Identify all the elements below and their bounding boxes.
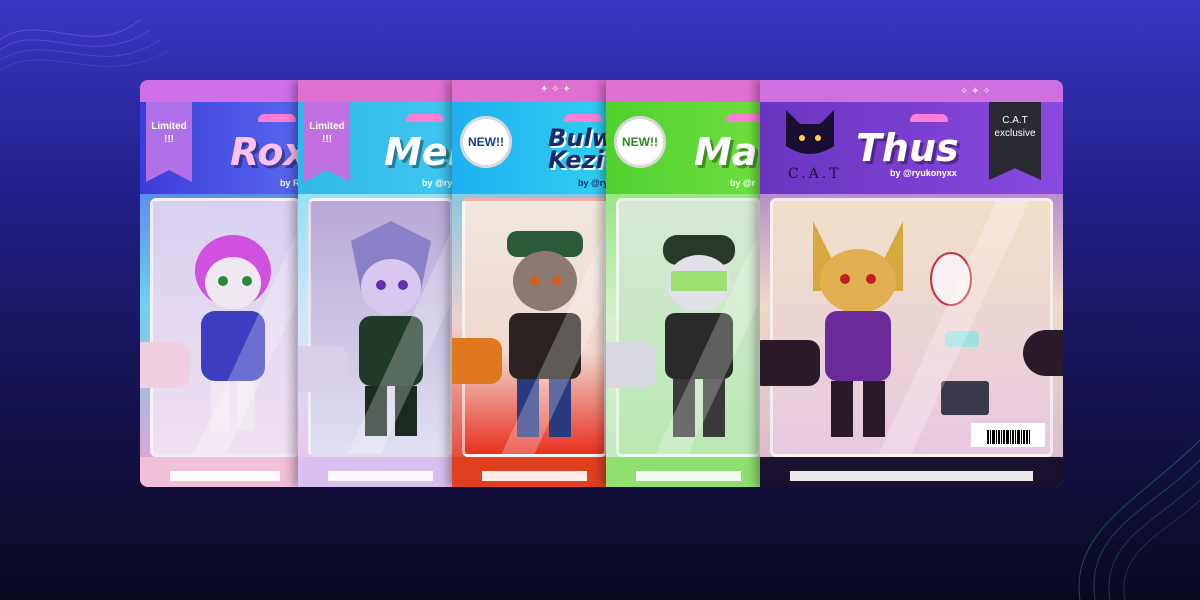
character-name: Bulw Kezi	[548, 124, 614, 174]
limited-ribbon: Limited !!!	[304, 102, 350, 182]
card-bulw-kezi: NEW!! Bulw Kezi by @ry	[452, 80, 617, 487]
limited-ribbon: Limited !!!	[146, 102, 192, 182]
ribbon-label: Limited !!!	[309, 121, 345, 145]
exclusive-label: C.A.T exclusive	[994, 115, 1036, 139]
holding-paw	[298, 346, 348, 392]
badge-label: NEW!!	[622, 135, 658, 149]
character-name: Ma	[694, 130, 758, 174]
figure-window	[770, 198, 1053, 457]
artist-credit: by @ryukonyxx	[890, 168, 957, 178]
artist-credit: by @ry	[422, 178, 453, 188]
artist-credit: by @r	[730, 178, 756, 188]
card-rox: Limited !!! Rox by R	[140, 80, 310, 487]
card-thus: C.A.T Thus by @ryukonyxx C.A.T exclusive	[760, 80, 1063, 487]
sparkle-decoration: ✦ ✧ ✦	[540, 84, 571, 95]
new-badge: NEW!!	[460, 116, 512, 168]
character-cards-banner: Limited !!! Rox by R Limited !!! Mei by …	[140, 80, 1063, 487]
sparkle-decoration: ✧ ✦ ✧	[960, 86, 991, 97]
character-name: Mei	[384, 130, 461, 174]
holding-paw	[140, 342, 190, 388]
artist-credit: by @ry	[578, 178, 609, 188]
holding-paw	[452, 338, 502, 384]
holding-paw	[760, 340, 820, 386]
card-ma: NEW!! Ma by @r	[606, 80, 771, 487]
holding-paw	[1023, 330, 1063, 376]
character-name: Rox	[230, 130, 308, 174]
figure-window	[150, 198, 300, 457]
artist-credit: by R	[280, 178, 300, 188]
cat-logo-icon	[786, 110, 834, 154]
background-wave-right	[1078, 439, 1200, 600]
ribbon-label: Limited !!!	[151, 121, 187, 145]
new-badge: NEW!!	[614, 116, 666, 168]
card-mei: Limited !!! Mei by @ry	[298, 80, 463, 487]
figure-window	[616, 198, 761, 457]
exclusive-ribbon: C.A.T exclusive	[989, 102, 1041, 180]
figure-window	[462, 198, 607, 457]
holding-paw	[606, 342, 656, 388]
figure-window	[308, 198, 453, 457]
badge-label: NEW!!	[468, 135, 504, 149]
character-name: Thus	[856, 126, 959, 170]
cat-logo-text: C.A.T	[788, 166, 842, 182]
barcode	[971, 423, 1045, 447]
